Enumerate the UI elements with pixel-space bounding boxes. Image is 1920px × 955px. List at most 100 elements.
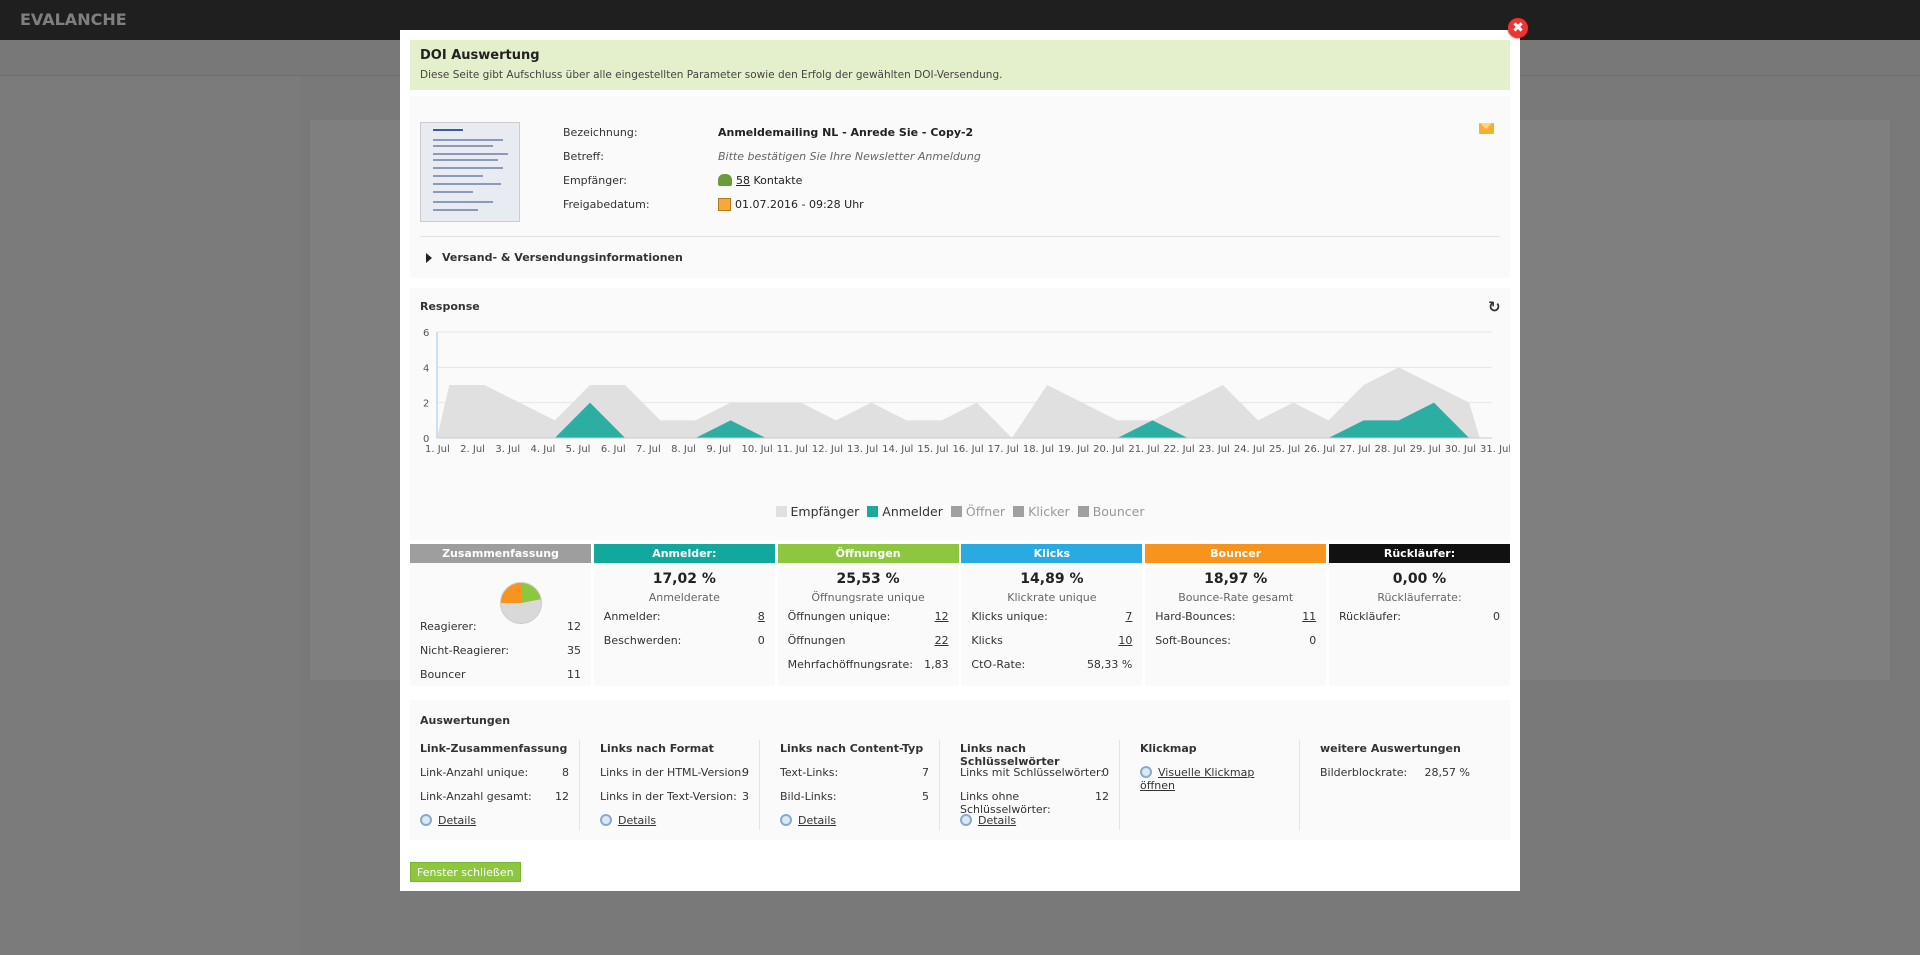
stats-row-item: Soft-Bounces: 0 [1155,634,1316,647]
x-tick-label: 30. Jul [1445,444,1476,455]
stats-row-item: Öffnungen 22 [788,634,949,647]
auswertung-value: 28,57 % [1424,766,1470,779]
legend-item[interactable]: Öffner [950,504,1006,519]
stats-row-value: 0 [1309,634,1317,647]
legend-label: Bouncer [1092,504,1145,519]
legend-swatch [1077,506,1089,517]
magnifier-icon [1140,766,1152,778]
auswertung-header: Links nach Schlüsselwörter [960,742,1060,768]
x-tick-label: 20. Jul [1093,444,1124,455]
auswertung-link-row: Details [960,814,1109,827]
auswertung-label: Bild-Links: [780,790,837,803]
x-tick-label: 10. Jul [742,444,773,455]
doi-report-modal: DOI Auswertung Diese Seite gibt Aufschlu… [400,30,1520,891]
stats-rate-label: Klickrate unique [1007,591,1097,604]
x-tick-label: 29. Jul [1410,444,1441,455]
freigabe-value: 01.07.2016 - 09:28 Uhr [718,198,864,211]
auswertung-row: Link-Anzahl gesamt: 12 [420,790,569,803]
empfaenger-count-link[interactable]: 58 [736,174,750,187]
modal-title: DOI Auswertung [420,48,540,63]
versand-toggle[interactable]: Versand- & Versendungsinformationen [442,251,683,264]
stats-row-value[interactable]: 7 [1125,610,1132,623]
stats-header: Rückläufer: [1329,544,1510,563]
legend-label: Klicker [1028,504,1070,519]
legend-swatch [867,506,879,517]
stats-row-item: Beschwerden: 0 [604,634,765,647]
close-icon[interactable]: ✖ [1508,18,1528,38]
mailing-thumbnail[interactable] [420,122,520,222]
auswertung-link-row: Details [600,814,749,827]
legend-swatch [775,506,787,517]
x-tick-label: 18. Jul [1023,444,1054,455]
stats-row-value[interactable]: 8 [758,610,765,623]
auswertung-label: Links in der HTML-Version: [600,766,745,779]
magnifier-icon [600,814,612,826]
auswertung-row: Links in der HTML-Version: 9 [600,766,749,779]
auswertung-link[interactable]: Details [978,814,1016,827]
auswertung-link-row: Details [420,814,569,827]
stats-row-item: Mehrfachöffnungsrate: 1,83 [788,658,949,671]
auswertung-link[interactable]: Details [798,814,836,827]
x-tick-label: 21. Jul [1128,444,1159,455]
magnifier-icon [420,814,432,826]
stats-row-value: 0 [757,634,765,647]
x-tick-label: 12. Jul [812,444,843,455]
envelope-icon[interactable] [1479,123,1494,134]
auswertung-row: Bilderblockrate: 28,57 % [1320,766,1470,779]
legend-item[interactable]: Anmelder [867,504,943,519]
x-tick-label: 13. Jul [847,444,878,455]
stats-row-label: CtO-Rate: [971,658,1026,671]
stats-column: Öffnungen 25,53 % Öffnungsrate unique Öffnu… [777,544,959,686]
stats-row-value[interactable]: 22 [935,634,949,647]
stats-row-value[interactable]: 10 [1118,634,1132,647]
stats-rate-label: Öffnungsrate unique [811,591,925,604]
auswertung-value: 0 [1102,766,1109,779]
x-tick-label: 6. Jul [601,444,626,455]
response-panel: Response ↻ 0 2 4 6 1. Jul 2. Jul 3. Jul 4. Jul 5… [410,288,1510,540]
stats-header: Klicks [961,544,1143,563]
stats-row-value[interactable]: 11 [1302,610,1316,623]
stats-rate: 17,02 % [652,571,716,587]
legend-swatch [950,506,962,517]
x-tick-label: 23. Jul [1199,444,1230,455]
stats-row-label: Nicht-Reagierer: [420,644,510,657]
x-tick-label: 19. Jul [1058,444,1089,455]
auswertung-label: Bilderblockrate: [1320,766,1408,779]
auswertung-link[interactable]: Visuelle Klickmap öffnen [1140,766,1254,792]
legend-label: Öffner [965,504,1006,519]
bezeichnung-label: Bezeichnung: [563,126,638,139]
mailing-info: Bezeichnung: Anmeldemailing NL - Anrede … [410,96,1510,278]
close-window-button[interactable]: Fenster schließen [410,862,521,882]
legend-item[interactable]: Bouncer [1077,504,1145,519]
stats-row-label: Klicks [971,634,1003,647]
stats-row-label: Mehrfachöffnungsrate: [787,658,913,671]
stats-row-item: Hard-Bounces: 11 [1155,610,1316,623]
auswertungen-title: Auswertungen [420,714,511,727]
x-tick-label: 28. Jul [1375,444,1406,455]
legend-item[interactable]: Empfänger [775,504,859,519]
stats-row-label: Bouncer [420,668,466,681]
stats-header: Bouncer [1145,544,1327,563]
stats-row-value: 58,33 % [1086,658,1133,671]
auswertung-value: 12 [1095,790,1109,803]
stats-row-value[interactable]: 12 [935,610,949,623]
freigabe-date: 01.07.2016 - 09:28 Uhr [735,198,864,211]
auswertung-link[interactable]: Details [618,814,656,827]
expand-triangle-icon[interactable] [426,253,432,263]
auswertung-header: weitere Auswertungen [1320,742,1461,755]
auswertung-header: Klickmap [1140,742,1197,755]
auswertung-value: 12 [555,790,569,803]
auswertung-row: Link-Anzahl unique: 8 [420,766,569,779]
chart-legend: Empfänger Anmelder Öffner Klicker Bouncer [410,504,1510,519]
stats-column: Zusammenfassung Reagierer: 12 Nicht-Reagier… [410,544,591,686]
x-tick-label: 8. Jul [671,444,696,455]
info-divider [420,236,1500,237]
stats-row-label: Reagierer: [420,620,477,633]
x-tick-label: 27. Jul [1339,444,1370,455]
auswertung-column: Links nach Content-Typ Text-Links: 7 Bild-L… [770,740,940,830]
x-tick-label: 16. Jul [953,444,984,455]
stats-row-value: 12 [567,620,581,633]
legend-item[interactable]: Klicker [1013,504,1070,519]
auswertung-label: Text-Links: [780,766,839,779]
auswertung-link[interactable]: Details [438,814,476,827]
